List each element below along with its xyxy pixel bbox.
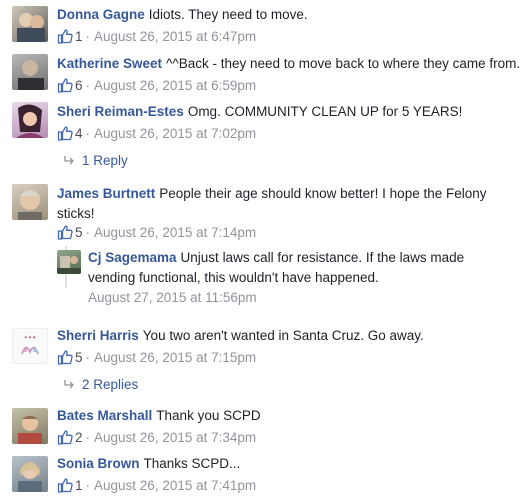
comment-meta: August 27, 2015 at 11:56pm — [88, 288, 257, 308]
thumbs-up-icon[interactable] — [57, 77, 73, 99]
avatar[interactable] — [12, 102, 48, 138]
replies-label[interactable]: 2 Replies — [82, 377, 138, 392]
comment-meta: 1 · August 26, 2015 at 6:47pm — [57, 27, 256, 50]
comment-meta: 6 · August 26, 2015 at 6:59pm — [57, 76, 256, 99]
like-count[interactable]: 1 — [75, 478, 83, 493]
avatar[interactable] — [12, 184, 48, 220]
comment-body: Katherine Sweet ^^Back - they need to mov… — [57, 54, 523, 74]
comment-text: Thank you SCPD — [156, 408, 261, 423]
thumbs-up-icon[interactable] — [57, 477, 73, 499]
avatar[interactable] — [12, 6, 48, 42]
comment-author[interactable]: Katherine Sweet — [57, 56, 162, 71]
avatar[interactable] — [12, 54, 48, 90]
comment-text: ^^Back - they need to move back to where… — [166, 56, 521, 71]
comment-author[interactable]: Sheri Reiman-Estes — [57, 104, 184, 119]
separator: · — [85, 430, 91, 445]
comment-text: Idiots. They need to move. — [148, 7, 308, 22]
comment-meta: 5 · August 26, 2015 at 7:14pm — [57, 223, 256, 246]
view-replies-link[interactable]: 2 Replies — [64, 375, 138, 395]
separator: · — [85, 126, 91, 141]
like-count[interactable]: 6 — [75, 78, 83, 93]
avatar[interactable]: ✦✦✦ — [12, 328, 48, 364]
separator: · — [85, 225, 91, 240]
view-replies-link[interactable]: 1 Reply — [64, 151, 128, 171]
comment-author[interactable]: Sonia Brown — [57, 456, 140, 471]
avatar[interactable] — [57, 250, 81, 274]
timestamp[interactable]: August 26, 2015 at 7:02pm — [94, 126, 256, 141]
separator: · — [85, 350, 91, 365]
separator: · — [85, 78, 91, 93]
comment-body: Bates Marshall Thank you SCPD — [57, 406, 523, 426]
comment-body: James Burtnett People their age should kn… — [57, 184, 517, 224]
timestamp[interactable]: August 26, 2015 at 6:59pm — [94, 78, 256, 93]
like-count[interactable]: 4 — [75, 126, 83, 141]
reply-arrow-icon — [64, 375, 74, 395]
comment-body: Sheri Reiman-Estes Omg. COMMUNITY CLEAN U… — [57, 102, 523, 122]
comment-author[interactable]: Donna Gagne — [57, 7, 145, 22]
avatar[interactable] — [12, 408, 48, 444]
comment-text: Omg. COMMUNITY CLEAN UP for 5 YEARS! — [187, 104, 463, 119]
timestamp[interactable]: August 26, 2015 at 6:47pm — [94, 29, 256, 44]
comment-text: Thanks SCPD... — [143, 456, 241, 471]
like-count[interactable]: 5 — [75, 350, 83, 365]
reply-arrow-icon — [64, 151, 74, 171]
comment-author[interactable]: Cj Sagemama — [88, 250, 177, 265]
comment-body: Sonia Brown Thanks SCPD... — [57, 454, 523, 474]
timestamp[interactable]: August 26, 2015 at 7:14pm — [94, 225, 256, 240]
comment-author[interactable]: James Burtnett — [57, 186, 155, 201]
comment-meta: 4 · August 26, 2015 at 7:02pm — [57, 124, 256, 147]
comment-text: You two aren't wanted in Santa Cruz. Go … — [142, 328, 424, 343]
avatar[interactable] — [12, 456, 48, 492]
comment-body: Sherri Harris You two aren't wanted in Sa… — [57, 326, 523, 346]
timestamp[interactable]: August 26, 2015 at 7:15pm — [94, 350, 256, 365]
comment-meta: 1 · August 26, 2015 at 7:41pm — [57, 476, 256, 499]
comment-author[interactable]: Bates Marshall — [57, 408, 152, 423]
timestamp[interactable]: August 27, 2015 at 11:56pm — [88, 290, 257, 305]
timestamp[interactable]: August 26, 2015 at 7:41pm — [94, 478, 256, 493]
comment-meta: 2 · August 26, 2015 at 7:34pm — [57, 428, 256, 451]
like-count[interactable]: 2 — [75, 430, 83, 445]
thumbs-up-icon[interactable] — [57, 28, 73, 50]
separator: · — [85, 29, 91, 44]
thumbs-up-icon[interactable] — [57, 429, 73, 451]
like-count[interactable]: 1 — [75, 29, 83, 44]
comment-body: Donna Gagne Idiots. They need to move. — [57, 5, 523, 25]
comment-body: Cj Sagemama Unjust laws call for resistan… — [88, 248, 478, 288]
thumbs-up-icon[interactable] — [57, 224, 73, 246]
replies-label[interactable]: 1 Reply — [82, 153, 128, 168]
separator: · — [85, 478, 91, 493]
svg-text:✦✦✦: ✦✦✦ — [24, 335, 37, 341]
like-count[interactable]: 5 — [75, 225, 83, 240]
thumbs-up-icon[interactable] — [57, 349, 73, 371]
comment-author[interactable]: Sherri Harris — [57, 328, 139, 343]
comment-meta: 5 · August 26, 2015 at 7:15pm — [57, 348, 256, 371]
thumbs-up-icon[interactable] — [57, 125, 73, 147]
timestamp[interactable]: August 26, 2015 at 7:34pm — [94, 430, 256, 445]
